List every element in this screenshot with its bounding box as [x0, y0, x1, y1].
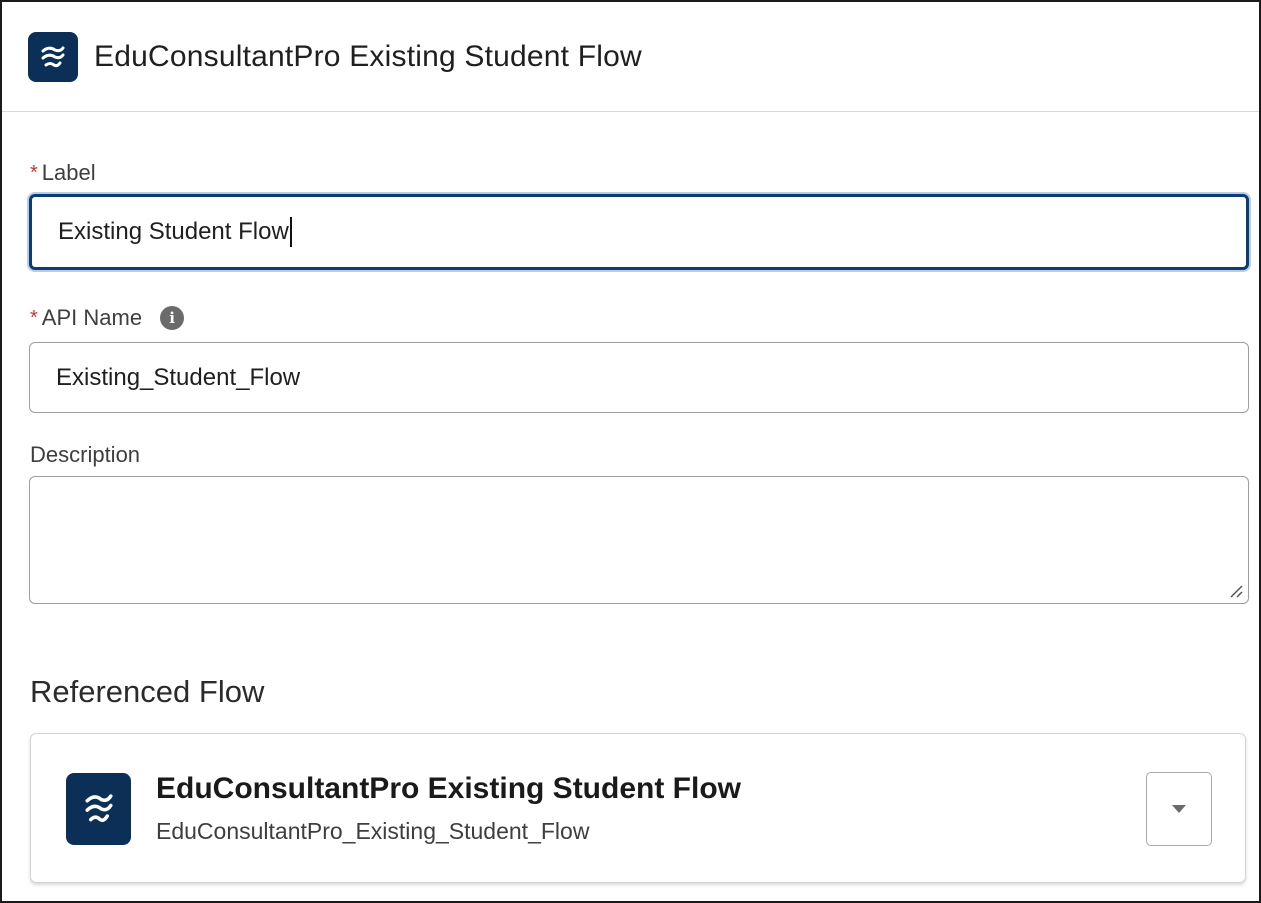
api-name-field-label: * API Name i — [30, 305, 185, 331]
label-input[interactable]: Existing Student Flow — [29, 194, 1249, 270]
description-field-text: Description — [30, 442, 141, 467]
label-field-text: Label — [41, 160, 96, 185]
panel-header: EduConsultantPro Existing Student Flow — [2, 2, 1259, 112]
description-textarea[interactable] — [29, 476, 1249, 604]
description-field-label: Description — [30, 442, 140, 468]
info-icon[interactable]: i — [160, 306, 185, 330]
referenced-flow-menu-button[interactable] — [1146, 772, 1212, 846]
referenced-flow-name: EduConsultantPro Existing Student Flow — [156, 772, 741, 805]
text-caret — [289, 217, 292, 247]
flow-icon — [66, 773, 131, 845]
referenced-flow-api-name: EduConsultantPro_Existing_Student_Flow — [156, 818, 590, 844]
caret-down-icon — [1172, 805, 1186, 813]
api-name-field-text: API Name — [41, 305, 143, 330]
required-marker: * — [30, 306, 38, 329]
label-input-value: Existing Student Flow — [58, 218, 289, 245]
referenced-flow-card: EduConsultantPro Existing Student Flow E… — [30, 733, 1246, 883]
resize-handle-icon[interactable] — [1228, 583, 1244, 599]
flow-icon — [28, 31, 78, 82]
api-name-input-value: Existing_Student_Flow — [56, 363, 301, 391]
flow-properties-panel: EduConsultantPro Existing Student Flow *… — [0, 0, 1261, 903]
panel-title: EduConsultantPro Existing Student Flow — [94, 39, 642, 73]
referenced-flow-heading: Referenced Flow — [30, 674, 265, 709]
label-field-label: * Label — [30, 160, 96, 186]
required-marker: * — [30, 161, 38, 184]
api-name-input[interactable]: Existing_Student_Flow — [29, 342, 1249, 413]
